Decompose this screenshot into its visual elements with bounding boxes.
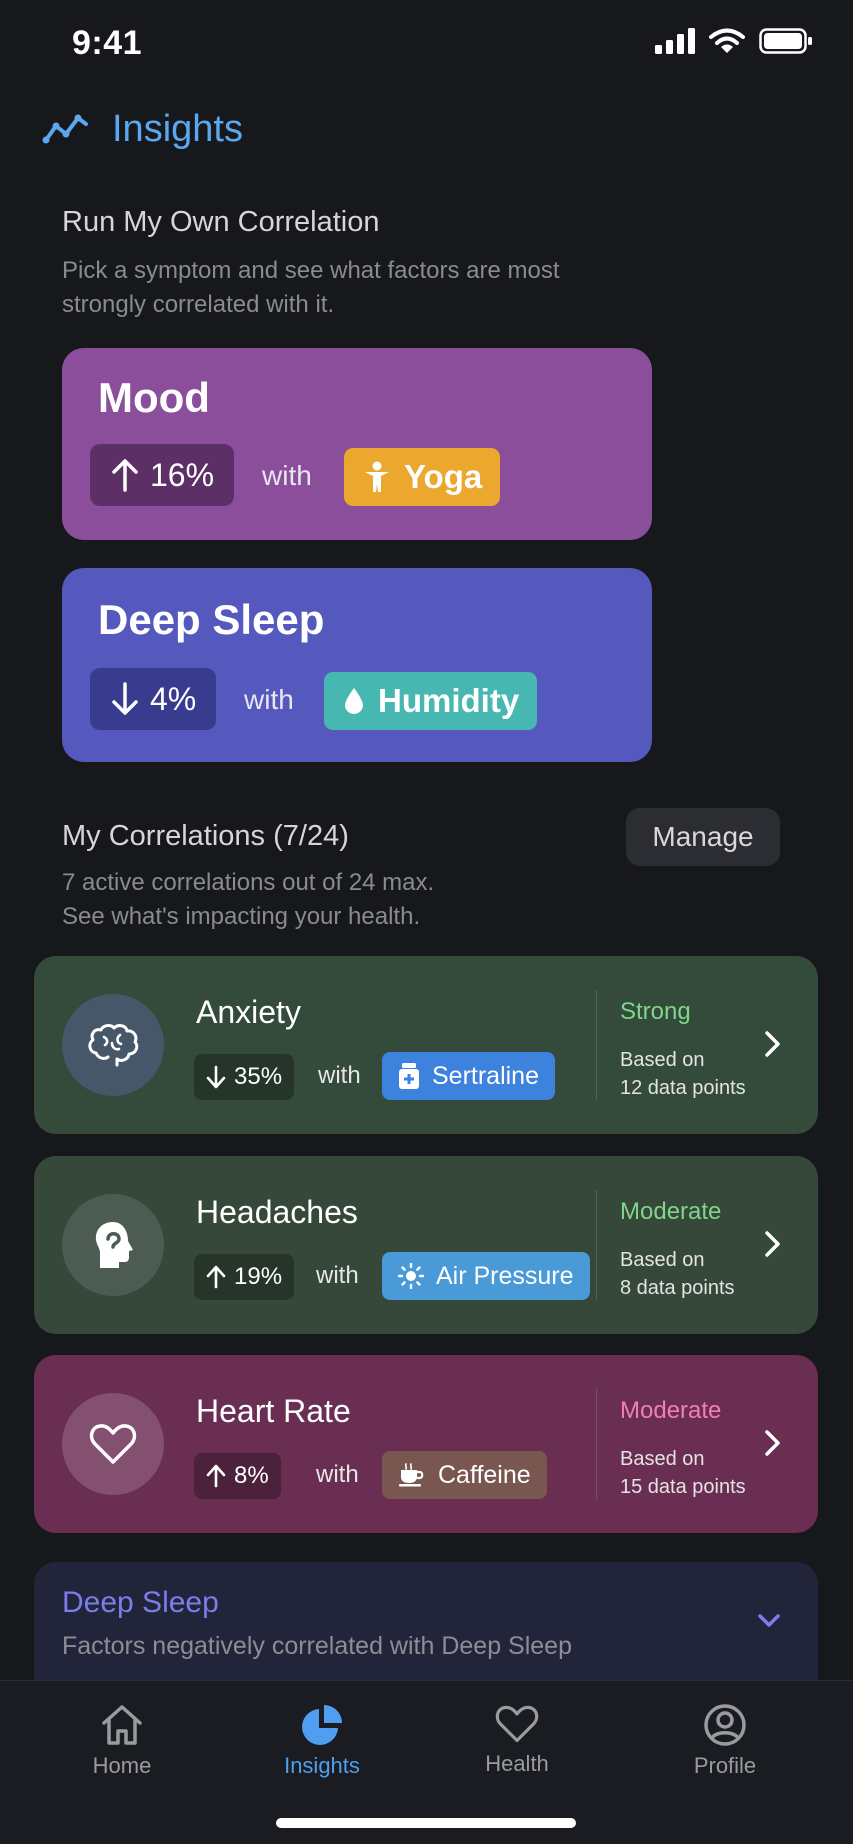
tab-label: Insights: [284, 1753, 360, 1778]
wifi-icon: [709, 28, 745, 53]
correlation-row-anxiety[interactable]: Anxiety 35% with Sertraline Strong Based…: [34, 956, 818, 1134]
strength-label: Moderate: [620, 1397, 722, 1424]
section-subtitle: Factors negatively correlated with Deep …: [62, 1632, 572, 1660]
with-label: with: [316, 1262, 359, 1289]
symptom-icon-circle: [62, 1393, 164, 1495]
change-chip: 8%: [194, 1453, 281, 1499]
chevron-down-icon[interactable]: [754, 1608, 784, 1632]
heart-icon: [495, 1705, 539, 1743]
user-icon: [704, 1704, 746, 1746]
home-icon: [102, 1705, 142, 1745]
data-points-label: Based on 8 data points: [620, 1249, 735, 1299]
chevron-right-icon[interactable]: [762, 1427, 784, 1459]
home-indicator: [276, 1818, 576, 1828]
pie-chart-icon: [302, 1705, 342, 1745]
strength-label: Moderate: [620, 1198, 722, 1225]
tab-label: Health: [485, 1751, 549, 1776]
strength-label: Strong: [620, 998, 691, 1025]
trend-icon: [42, 114, 88, 143]
brain-icon: [88, 1024, 139, 1067]
featured-symptom-name: Deep Sleep: [98, 596, 325, 643]
tab-home[interactable]: Home: [42, 1703, 202, 1779]
change-chip: 4%: [90, 668, 217, 730]
section-title: Deep Sleep: [62, 1586, 219, 1619]
page-title: Insights: [112, 108, 243, 150]
correlation-row-heart-rate[interactable]: Heart Rate 8% with Caffeine Moderate Bas…: [34, 1355, 818, 1533]
sun-icon: [398, 1263, 424, 1289]
factor-chip-yoga: Yoga: [344, 448, 501, 506]
factor-chip-humidity: Humidity: [324, 672, 538, 730]
featured-symptom-name: Mood: [98, 374, 210, 421]
featured-card-mood[interactable]: Mood 16% with Yoga: [62, 348, 652, 540]
row-divider: [596, 990, 597, 1100]
page-header: Insights: [42, 108, 243, 151]
droplet-icon: [345, 688, 363, 714]
data-points-label: Based on 15 data points: [620, 1448, 746, 1498]
arrow-up-icon: [112, 459, 138, 492]
tab-health[interactable]: Health: [437, 1703, 597, 1777]
arrow-up-icon: [206, 1464, 226, 1488]
person-icon: [365, 461, 389, 492]
signal-icon: [655, 28, 695, 54]
pill-bottle-icon: [399, 1063, 419, 1089]
with-label: with: [316, 1461, 359, 1488]
heart-icon: [89, 1424, 137, 1464]
change-chip: 19%: [194, 1254, 295, 1300]
row-divider: [596, 1190, 597, 1300]
battery-icon: [759, 28, 812, 54]
change-chip: 35%: [194, 1054, 295, 1100]
tab-profile[interactable]: Profile: [645, 1703, 805, 1779]
factor-chip-air-pressure: Air Pressure: [382, 1252, 590, 1300]
run-correlation-title: Run My Own Correlation: [62, 206, 380, 238]
my-correlations-subtitle: 7 active correlations out of 24 max. See…: [62, 869, 435, 930]
arrow-up-icon: [206, 1265, 226, 1289]
with-label: with: [318, 1062, 361, 1089]
coffee-icon: [399, 1463, 424, 1487]
correlation-row-headaches[interactable]: Headaches 19% with Air Pressure Moderate…: [34, 1156, 818, 1334]
chevron-right-icon[interactable]: [762, 1028, 784, 1060]
manage-button[interactable]: Manage: [626, 808, 780, 866]
with-label: with: [262, 460, 312, 491]
run-correlation-subtitle: Pick a symptom and see what factors are …: [62, 257, 560, 318]
symptom-name: Headaches: [196, 1194, 358, 1230]
status-icons: [655, 28, 813, 54]
symptom-name: Anxiety: [196, 994, 301, 1030]
tab-label: Home: [92, 1753, 152, 1778]
factor-chip-caffeine: Caffeine: [382, 1451, 547, 1499]
symptom-name: Heart Rate: [196, 1393, 351, 1429]
tab-insights[interactable]: Insights: [242, 1703, 402, 1779]
chevron-right-icon[interactable]: [762, 1228, 784, 1260]
head-icon: [95, 1222, 133, 1268]
data-points-label: Based on 12 data points: [620, 1049, 746, 1099]
symptom-icon-circle: [62, 1194, 164, 1296]
tab-label: Profile: [693, 1753, 757, 1778]
with-label: with: [244, 684, 294, 715]
change-chip: 16%: [90, 444, 235, 506]
my-correlations-title: My Correlations (7/24): [62, 820, 349, 852]
status-time: 9:41: [72, 24, 143, 62]
arrow-down-icon: [112, 682, 138, 715]
symptom-icon-circle: [62, 994, 164, 1096]
factor-chip-sertraline: Sertraline: [382, 1052, 555, 1100]
arrow-down-icon: [206, 1065, 226, 1089]
featured-card-deep-sleep[interactable]: Deep Sleep 4% with Humidity: [62, 568, 652, 762]
row-divider: [596, 1389, 597, 1499]
